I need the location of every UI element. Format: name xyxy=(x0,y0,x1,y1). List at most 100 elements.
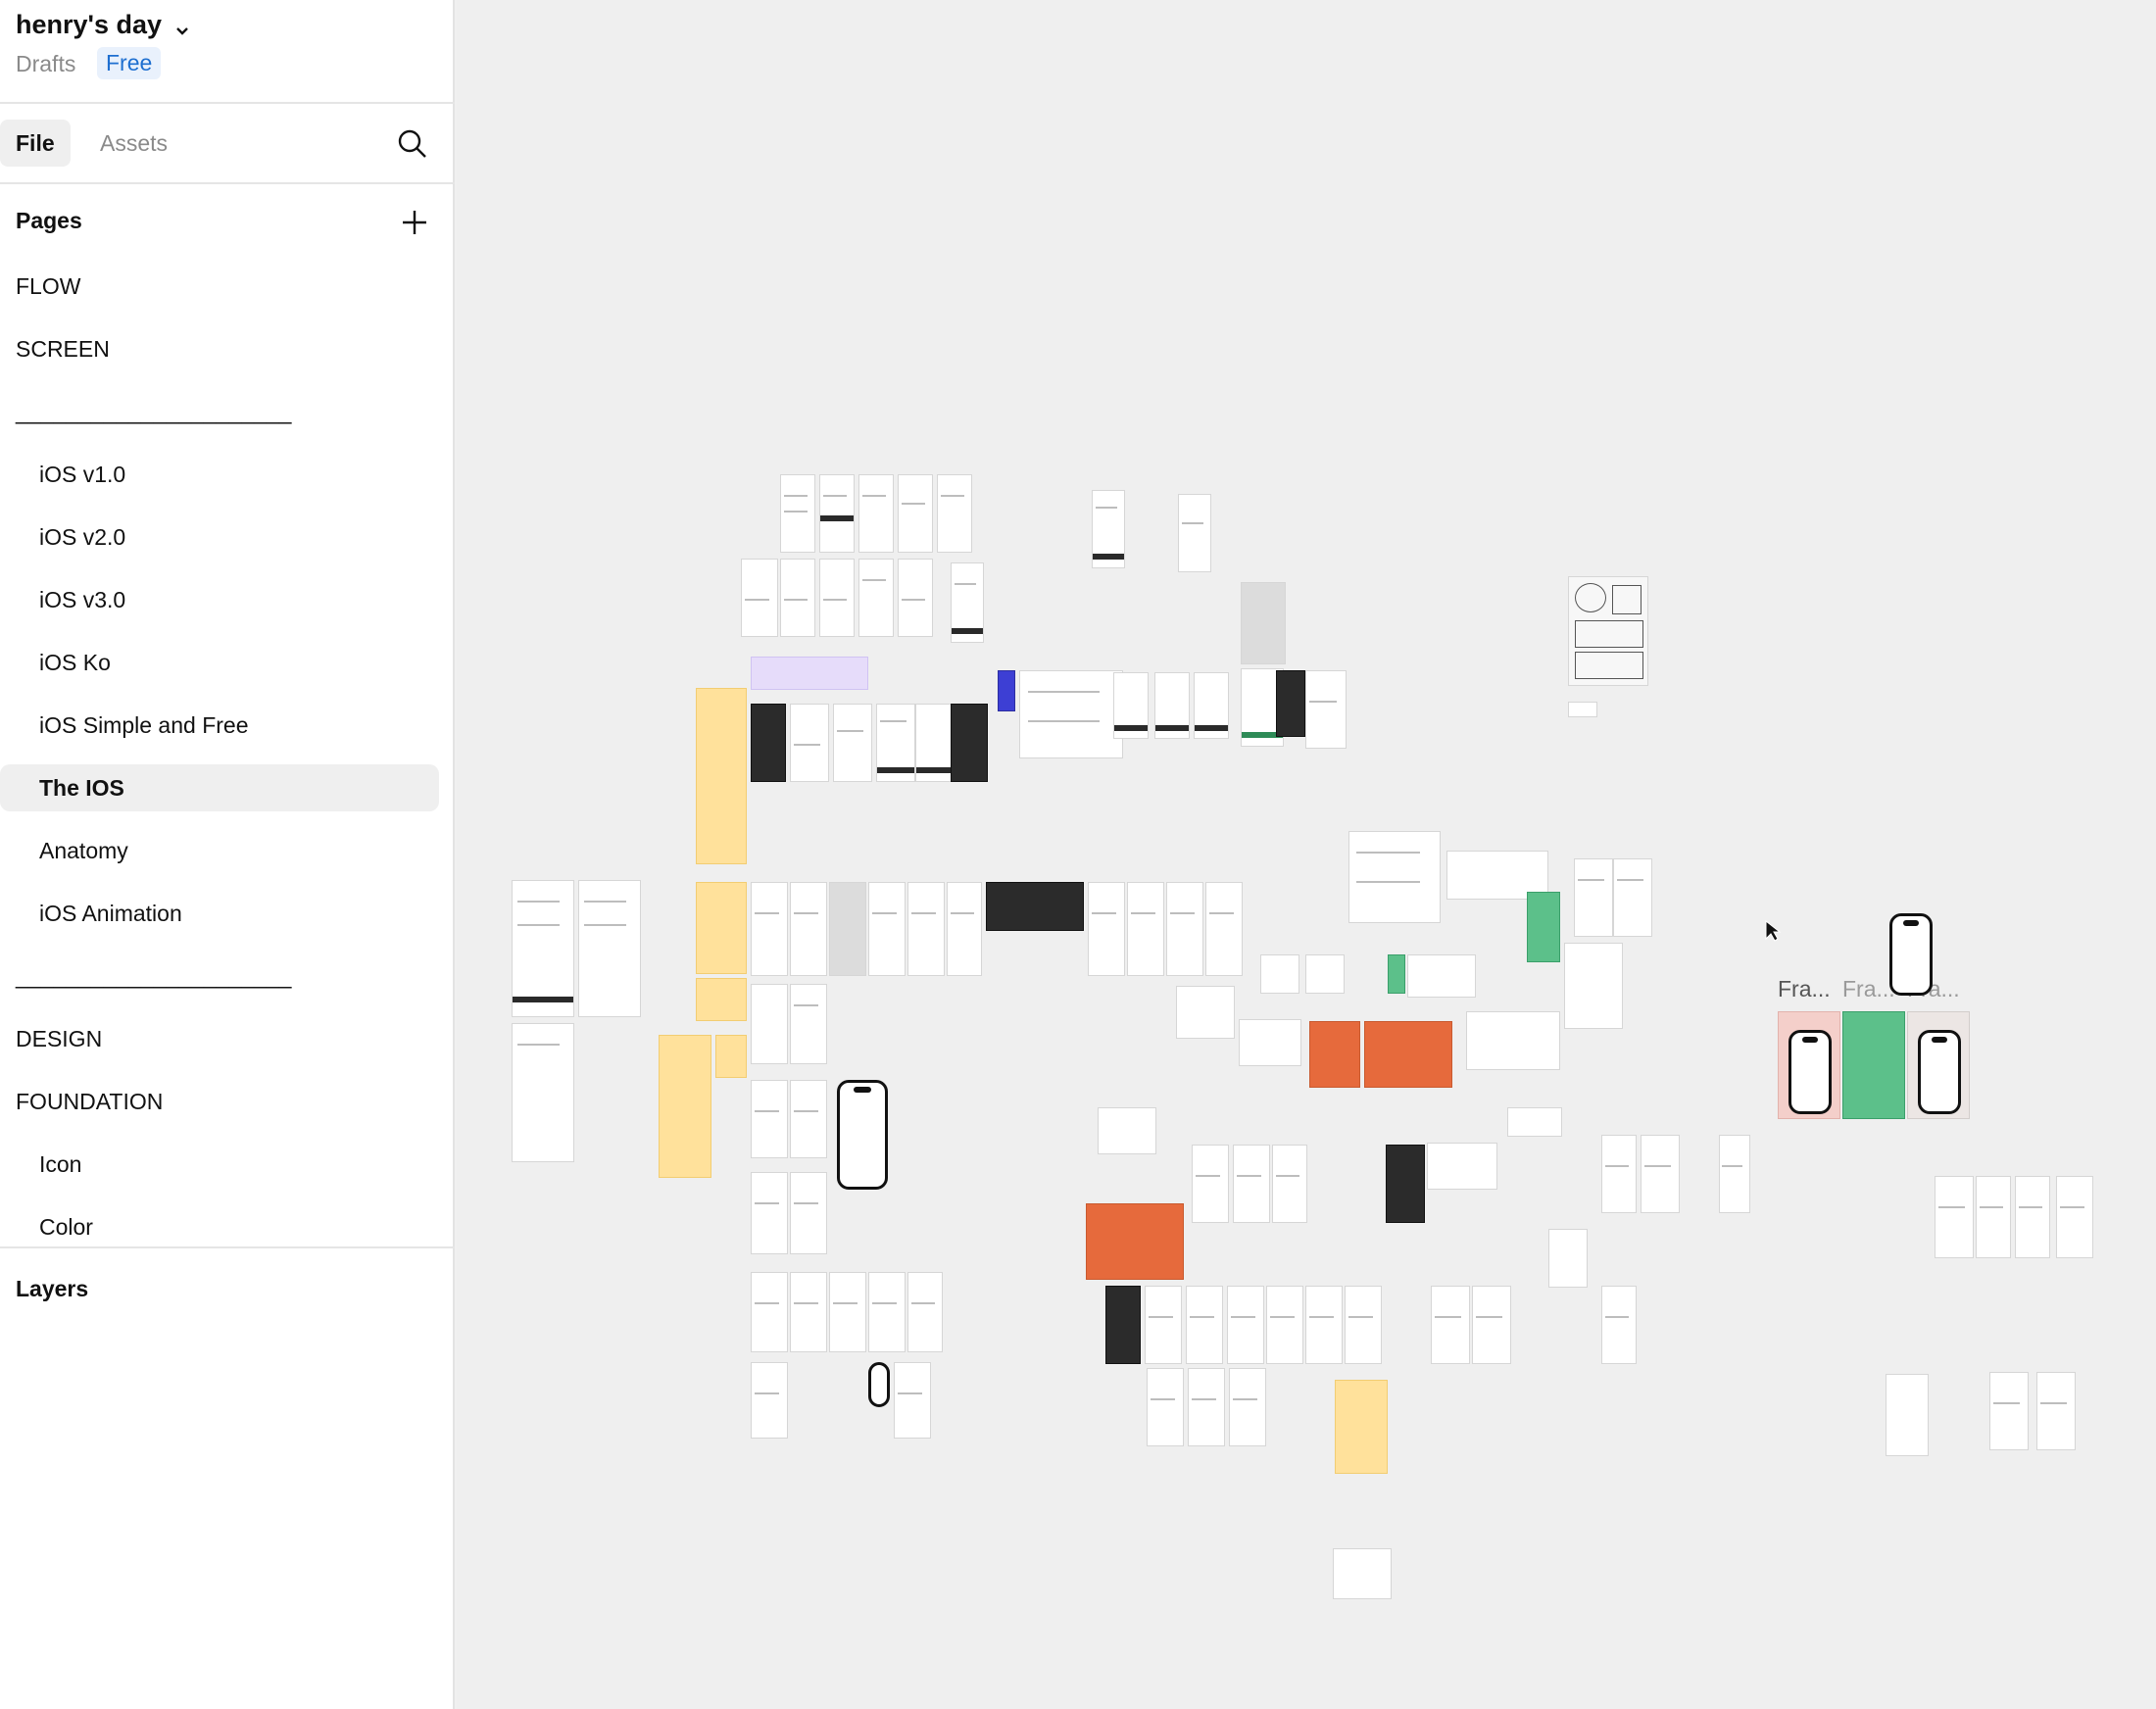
artboard[interactable] xyxy=(1145,1286,1182,1364)
phone-frame[interactable] xyxy=(1889,913,1933,996)
artboard[interactable] xyxy=(1345,1286,1382,1364)
artboard[interactable] xyxy=(868,1272,906,1352)
page-item[interactable]: SCREEN xyxy=(0,325,455,372)
page-item[interactable]: FOUNDATION xyxy=(0,1078,455,1125)
artboard-group[interactable] xyxy=(1019,670,1123,758)
search-icon[interactable] xyxy=(396,127,429,161)
artboard[interactable] xyxy=(1601,1135,1637,1213)
sticky-note[interactable] xyxy=(696,688,747,864)
artboard[interactable] xyxy=(741,559,778,637)
sticky-note[interactable] xyxy=(659,1035,711,1178)
sticky-note[interactable] xyxy=(715,1035,747,1078)
artboard[interactable] xyxy=(751,657,868,690)
artboard[interactable] xyxy=(1178,494,1211,572)
page-item[interactable]: iOS v3.0 xyxy=(0,576,455,623)
frame-label[interactable]: Fra... xyxy=(1778,976,1831,1002)
artboard[interactable] xyxy=(1272,1145,1307,1223)
artboard[interactable] xyxy=(512,880,574,1017)
page-item[interactable]: iOS Ko xyxy=(0,639,455,686)
artboard[interactable] xyxy=(907,882,945,976)
artboard[interactable] xyxy=(1431,1286,1470,1364)
artboard[interactable] xyxy=(829,882,866,976)
artboard[interactable] xyxy=(1205,882,1243,976)
phone-frame[interactable] xyxy=(868,1362,890,1407)
artboard[interactable] xyxy=(1088,882,1125,976)
page-item[interactable]: ______________________ xyxy=(0,388,455,435)
artboard[interactable] xyxy=(1266,1286,1303,1364)
page-item[interactable]: Anatomy xyxy=(0,827,455,874)
artboard[interactable] xyxy=(915,704,955,782)
artboard[interactable] xyxy=(578,880,641,1017)
artboard[interactable] xyxy=(1976,1176,2011,1258)
artboard[interactable] xyxy=(751,1172,788,1254)
artboard[interactable] xyxy=(1241,582,1286,664)
page-item[interactable]: The IOS xyxy=(0,764,439,811)
artboard-group[interactable] xyxy=(1564,943,1623,1029)
artboard[interactable] xyxy=(898,474,933,553)
sticky-note[interactable] xyxy=(696,882,747,974)
artboard-group[interactable] xyxy=(1466,1011,1560,1070)
artboard[interactable] xyxy=(790,1272,827,1352)
artboard[interactable] xyxy=(858,559,894,637)
artboard[interactable] xyxy=(1333,1548,1392,1599)
artboard[interactable] xyxy=(1719,1135,1750,1213)
artboard[interactable] xyxy=(1127,882,1164,976)
page-item[interactable]: ______________________ xyxy=(0,952,455,1000)
artboard[interactable] xyxy=(2015,1176,2050,1258)
artboard[interactable] xyxy=(1989,1372,2029,1450)
artboard[interactable] xyxy=(1154,672,1190,739)
page-item[interactable]: Color xyxy=(0,1203,455,1250)
page-item[interactable]: iOS v1.0 xyxy=(0,451,455,498)
plus-icon[interactable] xyxy=(400,208,429,237)
artboard[interactable] xyxy=(751,984,788,1064)
artboard[interactable] xyxy=(907,1272,943,1352)
artboard[interactable] xyxy=(1105,1286,1141,1364)
artboard[interactable] xyxy=(1472,1286,1511,1364)
artboard[interactable] xyxy=(780,474,815,553)
artboard[interactable] xyxy=(790,704,829,782)
frame-green[interactable] xyxy=(1842,1011,1905,1119)
artboard[interactable] xyxy=(937,474,972,553)
artboard[interactable] xyxy=(751,1362,788,1439)
artboard[interactable] xyxy=(1194,672,1229,739)
page-item[interactable]: iOS Simple and Free xyxy=(0,702,455,749)
artboard[interactable] xyxy=(1613,858,1652,937)
artboard-group[interactable] xyxy=(1176,986,1235,1039)
phone-frame[interactable] xyxy=(837,1080,888,1190)
artboard[interactable] xyxy=(876,704,915,782)
artboard[interactable] xyxy=(751,1272,788,1352)
chevron-down-icon[interactable] xyxy=(172,22,192,41)
artboard[interactable] xyxy=(894,1362,931,1439)
comic-artboard[interactable] xyxy=(1568,576,1648,686)
sticky-note[interactable] xyxy=(696,978,747,1021)
artboard-group[interactable] xyxy=(1407,954,1476,998)
artboard[interactable] xyxy=(790,1172,827,1254)
artboard[interactable] xyxy=(833,704,872,782)
artboard[interactable] xyxy=(790,984,827,1064)
artboard[interactable] xyxy=(790,1080,827,1158)
tab-assets[interactable]: Assets xyxy=(84,120,183,167)
artboard[interactable] xyxy=(819,559,855,637)
artboard-group[interactable] xyxy=(1098,1107,1156,1154)
page-item[interactable]: DESIGN xyxy=(0,1015,455,1062)
artboard[interactable] xyxy=(1886,1374,1929,1456)
artboard[interactable] xyxy=(1113,672,1149,739)
artboard[interactable] xyxy=(1364,1021,1452,1088)
artboard[interactable] xyxy=(1305,954,1345,994)
artboard[interactable] xyxy=(1507,1107,1562,1137)
artboard[interactable] xyxy=(2036,1372,2076,1450)
artboard[interactable] xyxy=(1574,858,1613,937)
artboard[interactable] xyxy=(1641,1135,1680,1213)
artboard[interactable] xyxy=(1166,882,1203,976)
artboard[interactable] xyxy=(1305,670,1347,749)
artboard-group[interactable] xyxy=(986,882,1084,931)
artboard[interactable] xyxy=(1601,1286,1637,1364)
artboard[interactable] xyxy=(780,559,815,637)
artboard[interactable] xyxy=(1305,1286,1343,1364)
sticky-note[interactable] xyxy=(1335,1380,1388,1474)
page-item[interactable]: Icon xyxy=(0,1141,455,1188)
artboard[interactable] xyxy=(1147,1368,1184,1446)
artboard[interactable] xyxy=(1935,1176,1974,1258)
artboard[interactable] xyxy=(858,474,894,553)
artboard[interactable] xyxy=(1568,702,1597,717)
